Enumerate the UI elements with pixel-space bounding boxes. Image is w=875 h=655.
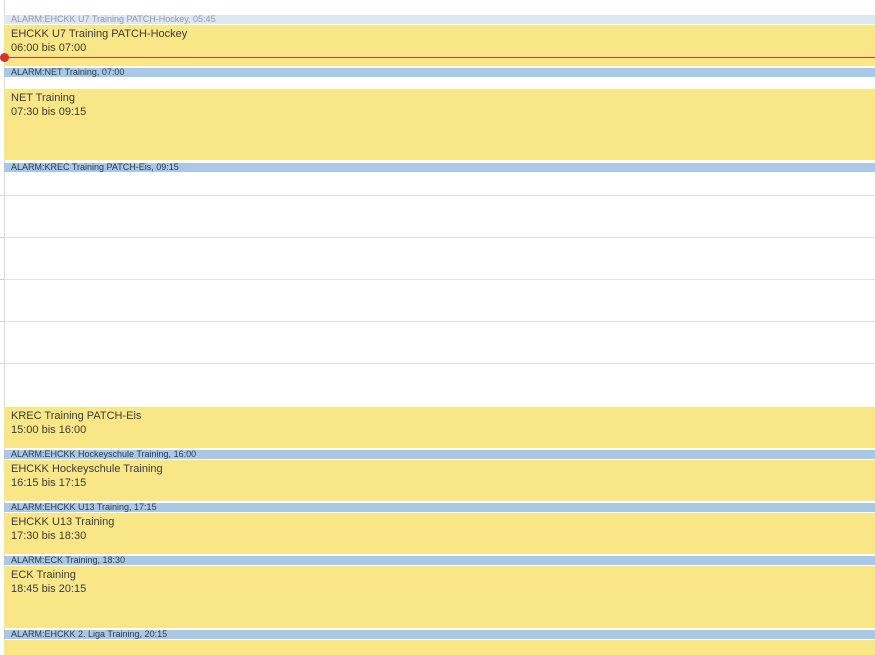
- alarm-reminder[interactable]: ALARM:KREC Training PATCH-Eis, 09:15: [4, 163, 875, 172]
- hour-line: [4, 321, 875, 322]
- event-time: 15:00 bis 16:00: [11, 424, 87, 436]
- hour-line: [4, 279, 875, 280]
- calendar-event[interactable]: [4, 640, 875, 655]
- calendar-event[interactable]: NET Training 07:30 bis 09:15: [4, 89, 875, 160]
- calendar-event[interactable]: KREC Training PATCH-Eis 15:00 bis 16:00: [4, 407, 875, 448]
- hour-tick: [0, 363, 4, 364]
- event-title: EHCKK U7 Training PATCH-Hockey: [11, 28, 188, 40]
- calendar-day-column[interactable]: ALARM:EHCKK U7 Training PATCH-Hockey, 05…: [0, 0, 875, 655]
- alarm-reminder[interactable]: ALARM:EHCKK U13 Training, 17:15: [4, 503, 875, 512]
- event-title: EHCKK Hockeyschule Training: [11, 463, 163, 475]
- event-title: KREC Training PATCH-Eis: [11, 410, 142, 422]
- current-time-line: [4, 57, 875, 58]
- calendar-event[interactable]: EHCKK U13 Training 17:30 bis 18:30: [4, 513, 875, 554]
- alarm-reminder[interactable]: ALARM:ECK Training, 18:30: [4, 556, 875, 565]
- alarm-reminder[interactable]: ALARM:EHCKK U7 Training PATCH-Hockey, 05…: [4, 15, 875, 24]
- event-time: 16:15 bis 17:15: [11, 477, 87, 489]
- calendar-event[interactable]: EHCKK Hockeyschule Training 16:15 bis 17…: [4, 460, 875, 501]
- event-title: ECK Training: [11, 569, 76, 581]
- alarm-reminder[interactable]: ALARM:EHCKK Hockeyschule Training, 16:00: [4, 450, 875, 459]
- event-time: 17:30 bis 18:30: [11, 530, 87, 542]
- event-time: 07:30 bis 09:15: [11, 106, 87, 118]
- hour-line: [4, 195, 875, 196]
- alarm-reminder[interactable]: ALARM:NET Training, 07:00: [4, 68, 875, 77]
- event-time: 06:00 bis 07:00: [11, 42, 87, 54]
- calendar-event[interactable]: EHCKK U7 Training PATCH-Hockey 06:00 bis…: [4, 25, 875, 66]
- event-title: NET Training: [11, 92, 75, 104]
- hour-line: [4, 363, 875, 364]
- hour-tick: [0, 237, 4, 238]
- hour-tick: [0, 279, 4, 280]
- current-time-dot: [0, 53, 9, 62]
- hour-tick: [0, 195, 4, 196]
- hour-tick: [0, 321, 4, 322]
- event-time: 18:45 bis 20:15: [11, 583, 87, 595]
- alarm-reminder[interactable]: ALARM:EHCKK 2. Liga Training, 20:15: [4, 630, 875, 639]
- calendar-event[interactable]: ECK Training 18:45 bis 20:15: [4, 566, 875, 628]
- hour-line: [4, 237, 875, 238]
- event-title: EHCKK U13 Training: [11, 516, 115, 528]
